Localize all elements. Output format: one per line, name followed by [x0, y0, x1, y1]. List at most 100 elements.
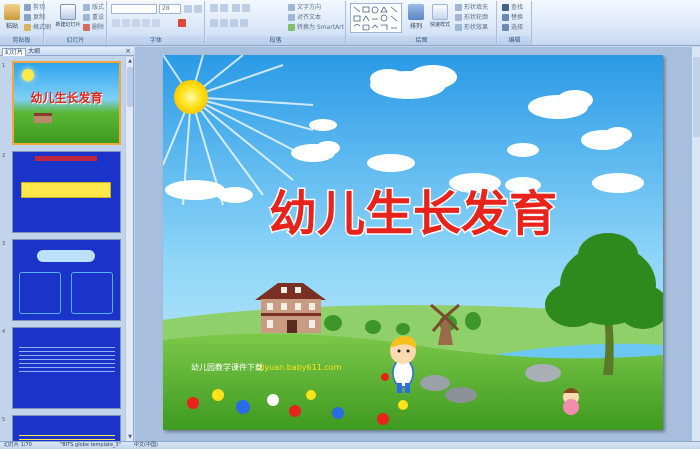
increase-indent-icon[interactable]: [242, 4, 250, 12]
quick-styles-icon: [432, 4, 448, 20]
font-color-icon[interactable]: [178, 19, 186, 27]
thumbnail-box-right: [71, 272, 113, 314]
drawing-label: 绘图: [347, 36, 496, 45]
font-name-box[interactable]: [111, 4, 157, 14]
slide-count: 幻灯片 1/70: [4, 442, 32, 448]
watermark-url: ziyuan.baby611.com: [258, 363, 342, 372]
align-text-button[interactable]: 对齐文本: [288, 13, 321, 22]
shape-outline-button[interactable]: 形状轮廓: [455, 13, 488, 22]
arrange-button[interactable]: 排列: [405, 3, 427, 33]
status-bar: 幻灯片 1/70 "BITS globe template_3" 中文(中国): [0, 441, 700, 449]
copy-button[interactable]: 复制: [24, 13, 45, 22]
grow-font-icon[interactable]: [184, 5, 192, 13]
girl-character: [563, 388, 579, 415]
align-text-icon: [288, 14, 295, 21]
scissors-icon: [24, 4, 31, 11]
paste-button[interactable]: 粘贴: [1, 3, 23, 33]
thumbnail-scrollbar[interactable]: ▲ ▼: [125, 57, 133, 441]
new-slide-button[interactable]: 新建幻灯片: [55, 3, 81, 33]
text-direction-button[interactable]: 文字方向: [288, 3, 321, 12]
scroll-up-icon[interactable]: ▲: [126, 57, 133, 65]
align-left-icon[interactable]: [210, 19, 218, 27]
current-slide[interactable]: 幼儿生长发育 幼儿园教学课件下载 ziyuan.baby611.com: [163, 55, 663, 430]
align-center-icon[interactable]: [220, 19, 228, 27]
slide-number: 3: [2, 241, 6, 247]
cut-button[interactable]: 剪切: [24, 3, 45, 12]
numbering-icon[interactable]: [220, 4, 228, 12]
copy-icon: [24, 14, 31, 21]
panel-tabs: 幻灯片 大纲 ×: [0, 47, 134, 56]
decrease-indent-icon[interactable]: [232, 4, 240, 12]
sun-icon: [22, 69, 34, 81]
editor-scroll-thumb[interactable]: [693, 57, 700, 137]
editing-label: 编辑: [498, 36, 531, 45]
thumbnail-text-lines: [19, 432, 115, 441]
shrink-font-icon[interactable]: [194, 5, 202, 13]
italic-icon[interactable]: [122, 19, 130, 27]
slide-number: 4: [2, 329, 6, 335]
tab-slides[interactable]: 幻灯片: [2, 48, 27, 56]
shape-effects-button[interactable]: 形状效果: [455, 23, 488, 32]
bold-icon[interactable]: [112, 19, 120, 27]
effects-icon: [455, 24, 462, 31]
scroll-down-icon[interactable]: ▼: [126, 433, 133, 441]
select-icon: [502, 24, 509, 31]
slide-number: 1: [2, 63, 6, 69]
editing-group: 查找 替换 选择 编辑: [498, 1, 532, 45]
fill-icon: [455, 4, 462, 11]
thumbnail-box-left: [19, 272, 61, 314]
thumbnail-slide-2[interactable]: [12, 151, 121, 233]
binoculars-icon: [502, 4, 509, 11]
delete-slide-button[interactable]: 删除: [83, 23, 104, 32]
slide-number: 5: [2, 417, 6, 423]
font-size-box[interactable]: 28: [159, 4, 181, 14]
tab-outline[interactable]: 大纲: [26, 48, 42, 56]
slide-number: 2: [2, 153, 6, 159]
find-button[interactable]: 查找: [502, 3, 523, 12]
sun-icon: [174, 80, 208, 114]
paragraph-label: 段落: [206, 36, 345, 45]
language[interactable]: 中文(中国): [134, 442, 158, 449]
slides-group: 新建幻灯片 版式 重设 删除 幻灯片: [45, 1, 107, 45]
thumbnail-slide-5[interactable]: [12, 415, 121, 441]
shadow-icon[interactable]: [152, 19, 160, 27]
reset-button[interactable]: 重设: [83, 13, 104, 22]
layout-button[interactable]: 版式: [83, 3, 104, 12]
justify-icon[interactable]: [240, 19, 248, 27]
strikethrough-icon[interactable]: [142, 19, 150, 27]
thumbnail-slide-4[interactable]: [12, 327, 121, 409]
bullets-icon[interactable]: [210, 4, 218, 12]
underline-icon[interactable]: [132, 19, 140, 27]
ribbon: 粘贴 剪切 复制 格式刷 剪贴板 新建幻灯片 版式 重设 删除 幻灯片 28 字…: [0, 0, 700, 46]
smartart-button[interactable]: 转换为 SmartArt: [288, 23, 344, 32]
paste-icon: [4, 4, 20, 20]
scroll-thumb[interactable]: [127, 67, 133, 107]
thumbnail-slide-1[interactable]: 幼儿生长发育: [12, 61, 121, 145]
close-panel-icon[interactable]: ×: [125, 47, 131, 55]
slide-title[interactable]: 幼儿生长发育: [267, 185, 558, 244]
clipboard-group: 粘贴 剪切 复制 格式刷 剪贴板: [0, 1, 51, 45]
quick-styles-button[interactable]: 快速样式: [429, 3, 451, 33]
reset-icon: [83, 14, 90, 21]
text-direction-icon: [288, 4, 295, 11]
align-right-icon[interactable]: [230, 19, 238, 27]
select-button[interactable]: 选择: [502, 23, 523, 32]
thumbnail-text-box: [21, 182, 111, 198]
drawing-group: 排列 快速样式 形状填充 形状轮廓 形状效果 绘图: [347, 1, 497, 45]
shapes-icons: [353, 6, 398, 31]
brush-icon: [24, 24, 31, 31]
thumbnail-slide-3[interactable]: [12, 239, 121, 321]
editor-scrollbar[interactable]: [691, 47, 700, 441]
slide-editor: 幼儿生长发育 幼儿园教学课件下载 ziyuan.baby611.com: [135, 47, 700, 441]
smartart-icon: [288, 24, 295, 31]
slide-scene: 幼儿生长发育 幼儿园教学课件下载 ziyuan.baby611.com: [163, 55, 663, 430]
shapes-gallery[interactable]: [350, 3, 402, 33]
clipboard-label: 剪贴板: [0, 36, 43, 45]
delete-icon: [83, 24, 90, 31]
thumbnail-pane[interactable]: 1 幼儿生长发育 2 3 4 5 ▲ ▼: [0, 57, 134, 441]
thumbnail-heading-bar: [35, 156, 97, 161]
replace-icon: [502, 14, 509, 21]
shape-fill-button[interactable]: 形状填充: [455, 3, 488, 12]
replace-button[interactable]: 替换: [502, 13, 523, 22]
paragraph-group: 文字方向 对齐文本 转换为 SmartArt 段落: [206, 1, 346, 45]
